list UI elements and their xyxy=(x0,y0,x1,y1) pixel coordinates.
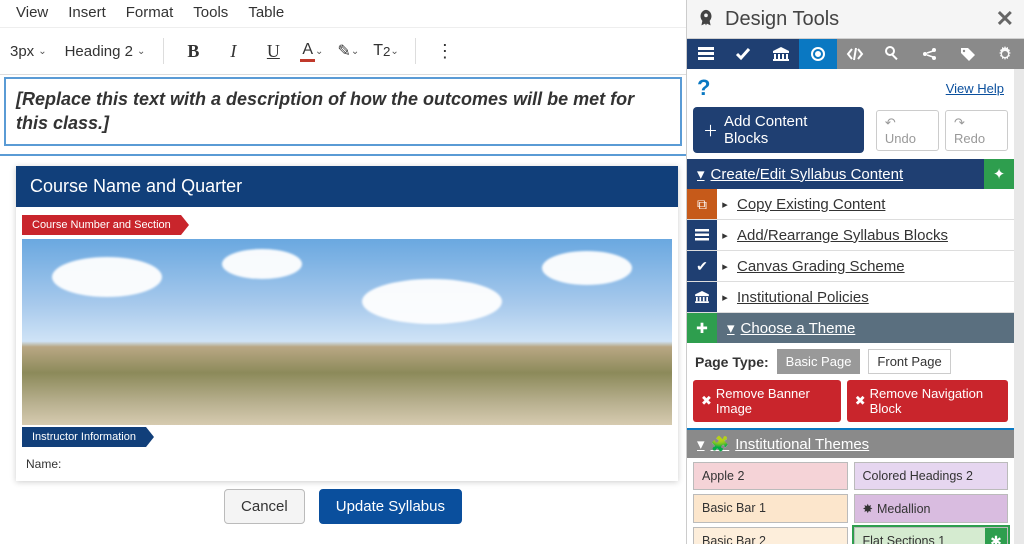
course-card: Course Name and Quarter Course Number an… xyxy=(16,166,678,481)
heading-dropdown[interactable]: Heading 2⌄ xyxy=(59,39,152,64)
tab-institution[interactable] xyxy=(762,39,799,69)
underline-button[interactable]: U xyxy=(256,34,290,68)
help-icon[interactable]: ? xyxy=(697,75,710,101)
create-edit-section[interactable]: ▾ Create/Edit Syllabus Content ✦ xyxy=(687,159,1014,189)
theme-medallion[interactable]: ✸Medallion xyxy=(854,494,1009,523)
caret-down-icon: ▾ xyxy=(697,435,705,453)
undo-button[interactable]: ↶ Undo xyxy=(876,110,939,151)
font-size-dropdown[interactable]: 3px⌄ xyxy=(4,39,53,64)
caret-down-icon: ▾ xyxy=(697,165,705,183)
tab-settings[interactable] xyxy=(987,39,1024,69)
copy-icon: ⧉ xyxy=(687,189,717,219)
copy-existing-content[interactable]: ⧉ ▸ Copy Existing Content xyxy=(687,189,1014,220)
course-title: Course Name and Quarter xyxy=(16,166,678,207)
institution-icon xyxy=(687,282,717,312)
theme-basic-bar-2[interactable]: Basic Bar 2 xyxy=(693,527,848,544)
tab-check[interactable] xyxy=(724,39,761,69)
highlight-button[interactable]: ✎ ⌄ xyxy=(333,34,363,68)
page-type-front[interactable]: Front Page xyxy=(868,349,950,374)
close-icon[interactable]: ✕ xyxy=(996,6,1014,32)
tab-share[interactable] xyxy=(912,39,949,69)
puzzle-icon: 🧩 xyxy=(711,435,730,453)
tab-tag[interactable] xyxy=(949,39,986,69)
bold-button[interactable]: B xyxy=(176,34,210,68)
menu-view[interactable]: View xyxy=(16,4,48,21)
institutional-themes-section[interactable]: ▾ 🧩 Institutional Themes xyxy=(687,428,1014,458)
magic-wand-icon[interactable]: ✦ xyxy=(984,159,1014,189)
blocks-icon xyxy=(687,220,717,250)
page-type-label: Page Type: xyxy=(695,354,769,370)
design-tools-panel: Design Tools ✕ ? View Help ＋Add Conten xyxy=(686,0,1024,544)
puzzle-icon: ✚ xyxy=(687,313,717,343)
remove-nav-button[interactable]: ✖Remove Navigation Block xyxy=(847,380,1008,422)
x-icon: ✖ xyxy=(701,393,712,409)
view-help-link[interactable]: View Help xyxy=(946,81,1004,96)
name-label: Name: xyxy=(26,457,61,471)
theme-apple-2[interactable]: Apple 2 xyxy=(693,462,848,490)
caret-down-icon: ▾ xyxy=(727,319,735,337)
canvas-grading-scheme[interactable]: ✔ ▸ Canvas Grading Scheme xyxy=(687,251,1014,282)
text-color-button[interactable]: A ⌄ xyxy=(296,34,327,68)
more-button[interactable]: ⋮ xyxy=(428,34,462,68)
menu-tools[interactable]: Tools xyxy=(193,4,228,21)
cancel-button[interactable]: Cancel xyxy=(224,489,305,524)
banner-image xyxy=(22,239,672,425)
toolbar: 3px⌄ Heading 2⌄ B I U A ⌄ ✎ ⌄ T2 ⌄ ⋮ xyxy=(0,28,686,75)
update-syllabus-button[interactable]: Update Syllabus xyxy=(319,489,462,524)
theme-colored-headings-2[interactable]: Colored Headings 2 xyxy=(854,462,1009,490)
caret-right-icon: ▸ xyxy=(717,229,733,242)
selected-star-icon: ✱ xyxy=(985,528,1007,544)
caret-right-icon: ▸ xyxy=(717,260,733,273)
theme-basic-bar-1[interactable]: Basic Bar 1 xyxy=(693,494,848,523)
instructor-ribbon: Instructor Information xyxy=(22,427,146,447)
tool-tabs xyxy=(687,39,1024,69)
tab-code[interactable] xyxy=(837,39,874,69)
redo-button[interactable]: ↷ Redo xyxy=(945,110,1008,151)
medallion-icon: ✸ xyxy=(863,502,873,516)
plus-icon: ＋ xyxy=(703,120,718,141)
remove-banner-button[interactable]: ✖Remove Banner Image xyxy=(693,380,841,422)
choose-theme-section[interactable]: ▾ Choose a Theme xyxy=(717,313,1014,343)
check-icon: ✔ xyxy=(687,251,717,281)
caret-right-icon: ▸ xyxy=(717,198,733,211)
panel-title: Design Tools xyxy=(725,8,839,31)
theme-flat-sections-1[interactable]: Flat Sections 1✱ xyxy=(854,527,1009,544)
add-content-blocks-button[interactable]: ＋Add Content Blocks xyxy=(693,107,864,153)
menu-format[interactable]: Format xyxy=(126,4,174,21)
menu-table[interactable]: Table xyxy=(248,4,284,21)
tab-key[interactable] xyxy=(874,39,911,69)
add-rearrange-blocks[interactable]: ▸ Add/Rearrange Syllabus Blocks xyxy=(687,220,1014,251)
menubar: View Insert Format Tools Table xyxy=(0,0,686,28)
tab-blocks[interactable] xyxy=(687,39,724,69)
superscript-button[interactable]: T2 ⌄ xyxy=(369,34,403,68)
course-section-ribbon: Course Number and Section xyxy=(22,215,181,235)
rocket-icon xyxy=(695,8,717,30)
scrollbar[interactable] xyxy=(1014,69,1024,544)
institutional-policies[interactable]: ▸ Institutional Policies xyxy=(687,282,1014,313)
italic-button[interactable]: I xyxy=(216,34,250,68)
placeholder-text[interactable]: [Replace this text with a description of… xyxy=(4,77,682,146)
x-icon: ✖ xyxy=(855,393,866,409)
caret-right-icon: ▸ xyxy=(717,291,733,304)
menu-insert[interactable]: Insert xyxy=(68,4,106,21)
page-type-basic[interactable]: Basic Page xyxy=(777,349,861,374)
tab-target[interactable] xyxy=(799,39,836,69)
